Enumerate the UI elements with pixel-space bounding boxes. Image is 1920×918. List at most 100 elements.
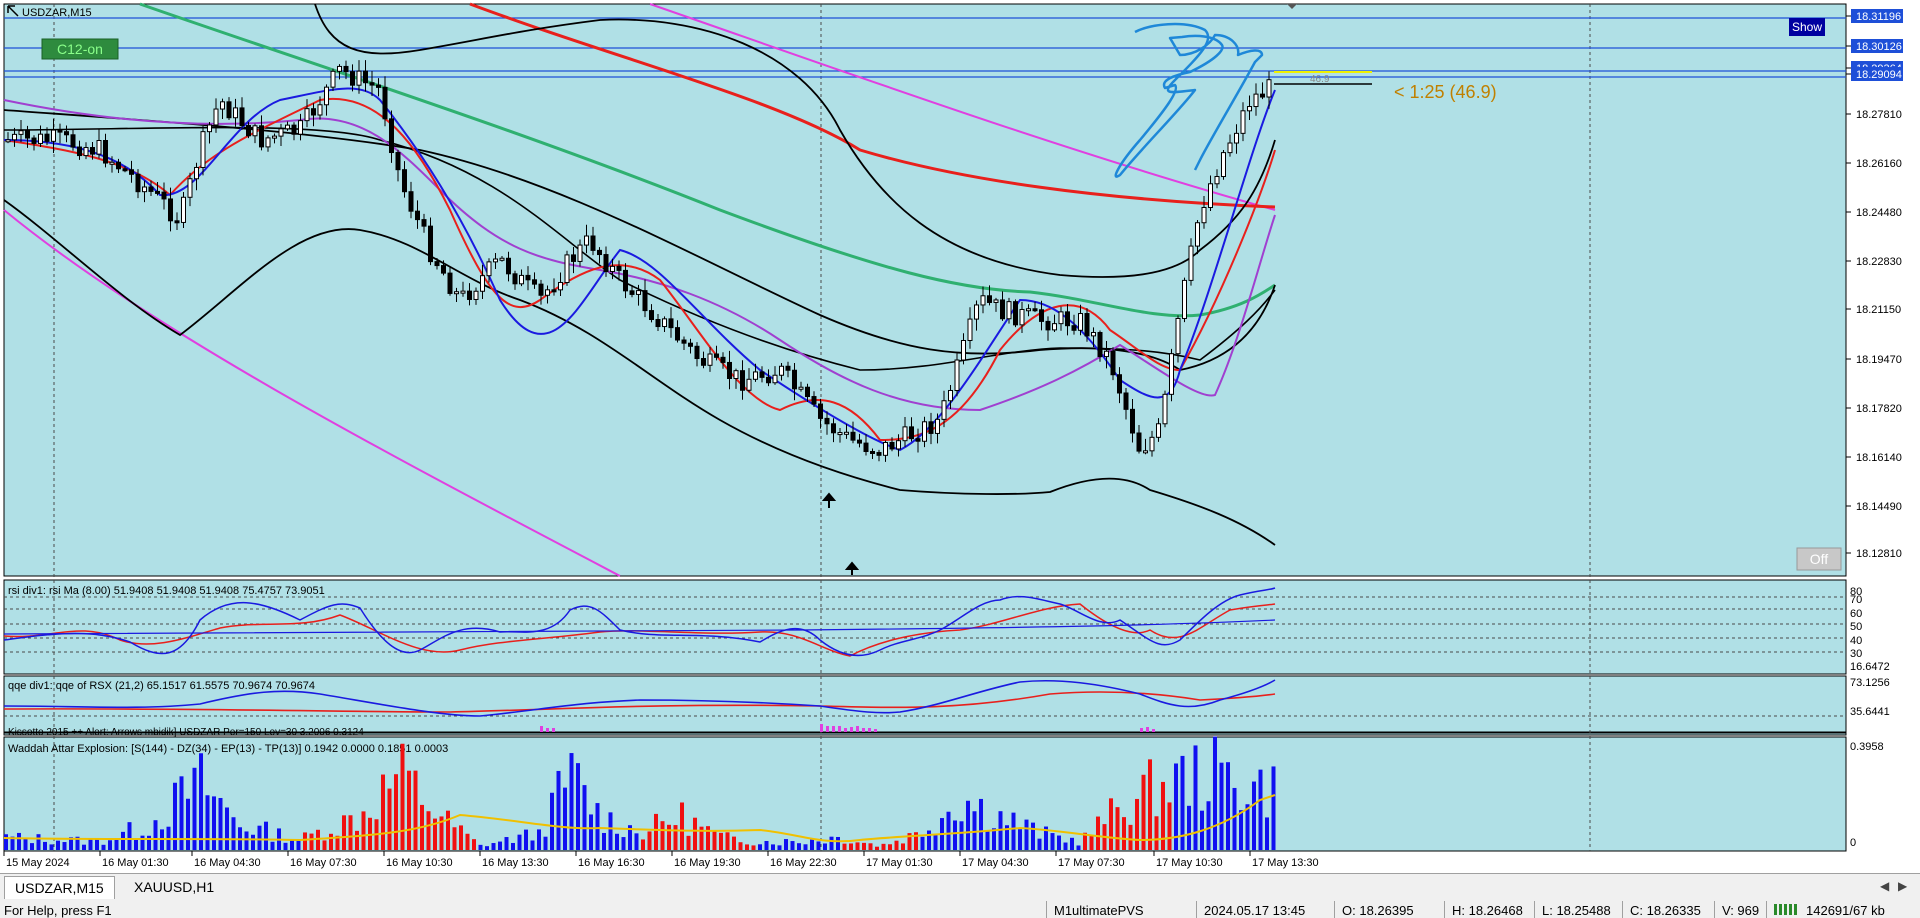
wae-bar	[186, 798, 190, 850]
wae-bar	[231, 817, 236, 850]
candle-body	[1026, 308, 1031, 312]
tab-usdzar-m15[interactable]: USDZAR,M15	[4, 876, 115, 899]
candle-body	[844, 431, 849, 435]
status-bar: For Help, press F1 M1ultimatePVS 2024.05…	[0, 901, 1920, 918]
candle-body	[207, 124, 212, 133]
wae-bar	[693, 817, 697, 850]
wae-bar	[771, 844, 775, 850]
tab-scroll-left-icon[interactable]: ◀	[1880, 879, 1889, 893]
candle-body	[31, 137, 37, 144]
c12-toggle-button[interactable]: C12-on	[41, 38, 119, 60]
wae-bar	[192, 767, 197, 850]
candle-body	[142, 186, 147, 193]
main-price-panel[interactable]	[3, 3, 1847, 577]
wae-bar	[803, 844, 808, 850]
wae-bar	[62, 842, 67, 850]
time-axis-label: 16 May 19:30	[674, 857, 741, 869]
wae-bar	[1011, 812, 1016, 850]
candle-body	[25, 130, 30, 139]
candle-body	[941, 400, 947, 420]
candle-body	[454, 291, 459, 295]
candle-body	[1097, 331, 1103, 358]
time-axis-label: 16 May 22:30	[770, 857, 837, 869]
chart-canvas[interactable]: 46.9 < 1:25 (46.9) USDZAR,M15 rsi div1: …	[0, 0, 1920, 873]
candle-body	[155, 190, 160, 194]
candle-body	[1143, 450, 1148, 454]
wae-bar	[901, 843, 905, 850]
price-axis-label: 18.26160	[1856, 158, 1902, 170]
candle-body	[714, 353, 719, 358]
wae-bar	[1122, 817, 1126, 850]
candle-body	[226, 101, 232, 119]
wae-bar	[790, 841, 795, 850]
candle-body	[1201, 206, 1207, 224]
candle-body	[558, 281, 563, 291]
wae-bar	[1187, 805, 1191, 850]
candle-body	[311, 108, 316, 116]
wae-bar	[394, 774, 398, 850]
wae-bar	[101, 844, 106, 850]
wae-bar	[1265, 817, 1269, 850]
candle-body	[798, 386, 804, 390]
candle-body	[1039, 309, 1044, 322]
wae-bar	[504, 837, 509, 850]
wae-bar	[1193, 745, 1198, 850]
wae-bar	[712, 830, 717, 850]
candle-body	[363, 70, 368, 84]
price-axis-label: 18.27810	[1856, 109, 1902, 121]
wae-bar	[1206, 801, 1211, 850]
candle-body	[655, 319, 661, 328]
tab-scroll-right-icon[interactable]: ▶	[1898, 879, 1907, 893]
candle-body	[265, 137, 271, 148]
candle-body	[538, 283, 544, 296]
candle-body	[109, 161, 115, 165]
price-axis-label: 18.12810	[1856, 548, 1902, 560]
candle-body	[610, 265, 615, 272]
candle-body	[954, 359, 960, 391]
candle-body	[870, 450, 875, 454]
candle-body	[1052, 323, 1057, 331]
wae-bar	[1089, 835, 1094, 850]
candle-body	[499, 257, 505, 261]
wae-bar	[1070, 837, 1074, 850]
candle-body	[200, 131, 206, 168]
off-button[interactable]: Off	[1796, 547, 1842, 571]
candle-body	[90, 147, 95, 155]
chart-window[interactable]: 46.9 < 1:25 (46.9) USDZAR,M15 rsi div1: …	[0, 0, 1920, 918]
wae-bar	[1154, 816, 1159, 850]
show-button[interactable]: Show	[1789, 18, 1825, 36]
status-traffic: 142691/67 kb	[1806, 903, 1885, 918]
wae-bar	[673, 825, 678, 850]
status-datetime: 2024.05.17 13:45	[1204, 903, 1306, 918]
candle-body	[766, 376, 771, 384]
wae-bar	[498, 841, 502, 850]
wae-bar	[36, 834, 41, 850]
wae-bar	[1219, 762, 1224, 850]
candle-body	[564, 254, 570, 283]
candle-body	[324, 86, 329, 106]
candle-body	[441, 265, 446, 274]
candle-body	[545, 289, 550, 296]
wae-bar	[257, 825, 262, 850]
rsi-axis-label: 30	[1850, 648, 1862, 660]
wae-bar	[413, 770, 418, 850]
tab-xauusd-h1[interactable]: XAUUSD,H1	[124, 876, 224, 898]
wae-bar	[400, 743, 405, 850]
candle-body	[597, 249, 602, 256]
wae-bar	[459, 825, 463, 850]
wae-bar	[764, 840, 769, 850]
wae-bar	[114, 838, 119, 850]
candle-body	[629, 290, 635, 295]
candle-body	[727, 361, 732, 380]
wae-bar	[725, 832, 730, 850]
price-axis-label: 18.22830	[1856, 256, 1902, 268]
candle-body	[382, 86, 388, 120]
wae-bar	[491, 843, 496, 850]
candle-body	[239, 107, 245, 127]
price-axis-label: 18.31196	[1856, 11, 1901, 23]
wae-bar	[985, 830, 990, 850]
rsi-indicator-label: rsi div1: rsi Ma (8.00) 51.9408 51.9408 …	[8, 585, 325, 597]
status-help: For Help, press F1	[4, 903, 112, 918]
c12-toggle-label: C12-on	[57, 41, 103, 57]
candle-body	[1227, 142, 1233, 154]
